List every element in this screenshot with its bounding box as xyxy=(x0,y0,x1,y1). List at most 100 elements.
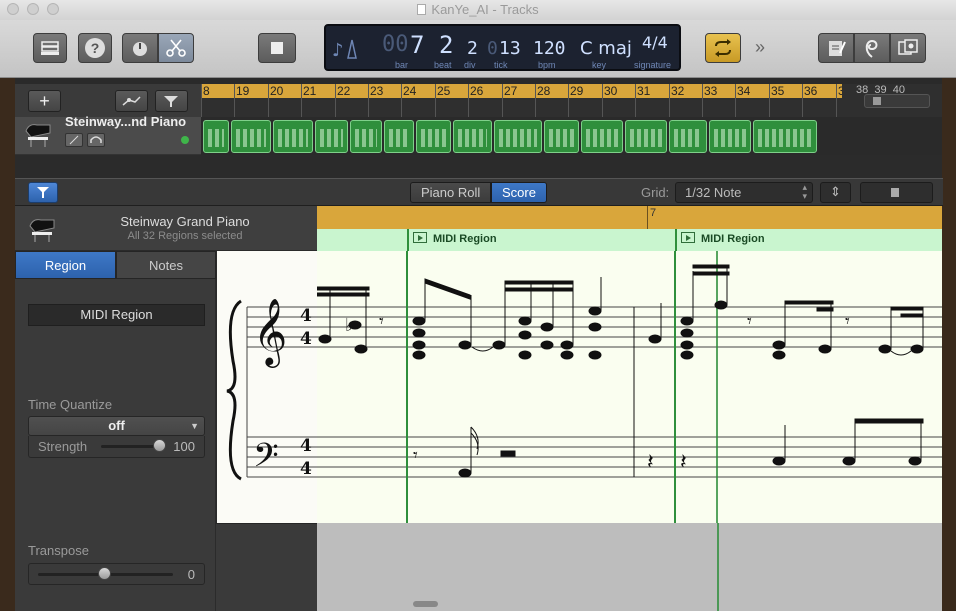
midi-region[interactable] xyxy=(669,120,707,153)
midi-region[interactable] xyxy=(273,120,313,153)
horizontal-zoom-slider[interactable] xyxy=(860,182,933,203)
midi-region[interactable] xyxy=(753,120,817,153)
smart-controls-button[interactable] xyxy=(122,33,158,63)
vertical-zoom-button[interactable]: ⇕ xyxy=(820,182,851,203)
lcd-display[interactable]: ♪ 00 7 2 2 0 13 120 C maj 4/4 bar beat d… xyxy=(324,24,681,71)
zoom-window-button[interactable] xyxy=(47,3,59,15)
midi-region[interactable] xyxy=(350,120,382,153)
treble-clef-icon: 𝄞 xyxy=(253,297,287,368)
more-icon[interactable]: » xyxy=(755,37,765,57)
region-play-icon xyxy=(413,232,427,243)
library-button[interactable] xyxy=(33,33,67,63)
ruler-number: 31 xyxy=(637,84,651,98)
region-notes-preview xyxy=(278,129,308,147)
score-ruler[interactable]: 7 xyxy=(317,206,942,229)
zoom-slider-knob[interactable] xyxy=(873,97,881,105)
midi-region[interactable] xyxy=(416,120,451,153)
region-notes-preview xyxy=(549,129,574,147)
lcd-key-value[interactable]: C maj xyxy=(580,36,632,62)
strength-value[interactable]: 100 xyxy=(173,439,195,454)
ruler-number: 30 xyxy=(604,84,618,98)
lcd-signature-value[interactable]: 4/4 xyxy=(642,30,668,56)
midi-region[interactable] xyxy=(709,120,751,153)
score-notation[interactable]: ♭ 𝄾 𝄾 𝄾 xyxy=(316,251,942,523)
transpose-value[interactable]: 0 xyxy=(188,567,195,582)
treble-time-sig-top: 4 xyxy=(300,306,312,326)
grid-value: 1/32 Note xyxy=(685,185,742,200)
svg-text:𝄾: 𝄾 xyxy=(747,311,752,331)
midi-region[interactable] xyxy=(203,120,229,153)
headphones-icon xyxy=(90,136,102,143)
editor-filter-button[interactable] xyxy=(28,182,58,203)
transpose-slider-knob[interactable] xyxy=(98,567,111,580)
midi-region[interactable] xyxy=(544,120,579,153)
midi-region[interactable] xyxy=(453,120,492,153)
midi-region[interactable] xyxy=(581,120,623,153)
notepad-icon xyxy=(829,41,846,56)
midi-region[interactable] xyxy=(494,120,542,153)
region-name-field[interactable]: MIDI Region xyxy=(28,304,205,326)
headphones-button[interactable] xyxy=(87,133,105,147)
score-canvas[interactable]: ♭ 𝄾 𝄾 𝄾 xyxy=(316,251,942,523)
instrument-name: Steinway Grand Piano xyxy=(120,214,250,229)
score-empty-area[interactable] xyxy=(317,523,942,611)
tab-score[interactable]: Score xyxy=(491,182,547,203)
region-label-2[interactable]: MIDI Region xyxy=(675,229,942,251)
timeline-ruler[interactable]: 819202122232425262728293031323334353637 xyxy=(201,84,851,117)
metronome-count-in-icon[interactable]: ♪ xyxy=(332,36,362,62)
editors-scissors-icon xyxy=(166,39,186,57)
mute-button[interactable] xyxy=(65,133,83,147)
ruler-tick xyxy=(401,84,402,117)
zoom-slider[interactable] xyxy=(864,94,930,108)
time-quantize-select[interactable]: off ▼ xyxy=(28,416,205,436)
strength-row: Strength 100 xyxy=(28,436,205,458)
cycle-button[interactable] xyxy=(705,33,741,63)
ruler-tick xyxy=(568,84,569,117)
add-track-button[interactable]: + xyxy=(28,90,61,112)
treble-time-sig-bottom: 4 xyxy=(300,329,312,349)
lcd-label-beat: beat xyxy=(434,60,452,70)
staff-clef-area: 𝄞 𝄢 4 4 4 4 xyxy=(216,251,318,523)
close-window-button[interactable] xyxy=(7,3,19,15)
midi-region[interactable] xyxy=(384,120,414,153)
grid-select[interactable]: 1/32 Note ▴ ▾ xyxy=(675,182,813,203)
strength-slider-knob[interactable] xyxy=(153,439,166,452)
control-bar: ? ♪ 00 7 2 2 0 13 120 C maj 4/4 bar beat… xyxy=(0,20,956,78)
midi-region[interactable] xyxy=(625,120,667,153)
loop-browser-button[interactable] xyxy=(854,33,890,63)
stop-icon xyxy=(271,42,283,54)
tab-notes[interactable]: Notes xyxy=(116,251,216,279)
automation-button[interactable] xyxy=(115,90,148,112)
resize-handle[interactable] xyxy=(413,601,438,607)
minimize-window-button[interactable] xyxy=(27,3,39,15)
quick-help-button[interactable]: ? xyxy=(78,33,112,63)
chevron-down-icon: ▼ xyxy=(190,421,199,431)
tab-region[interactable]: Region xyxy=(15,251,116,279)
region-name-value: MIDI Region xyxy=(80,307,153,322)
ruler-number: 28 xyxy=(537,84,551,98)
strength-slider[interactable] xyxy=(101,445,161,448)
document-icon xyxy=(417,4,427,15)
track-name[interactable]: Steinway...nd Piano xyxy=(65,114,186,129)
media-browser-button[interactable] xyxy=(890,33,926,63)
lcd-label-key: key xyxy=(592,60,607,70)
ruler-tick xyxy=(435,84,436,117)
lcd-tempo-value[interactable]: 120 xyxy=(533,36,566,62)
notepad-button[interactable] xyxy=(818,33,854,63)
editors-button[interactable] xyxy=(158,33,194,63)
track-header-steinway[interactable]: Steinway...nd Piano xyxy=(15,114,201,155)
tab-piano-roll[interactable]: Piano Roll xyxy=(410,182,492,203)
strength-label: Strength xyxy=(38,439,88,454)
ruler-tick xyxy=(735,84,736,117)
region-notes-preview xyxy=(421,129,446,147)
track-lane[interactable] xyxy=(201,117,942,155)
track-filter-button[interactable] xyxy=(155,90,188,112)
midi-region[interactable] xyxy=(231,120,271,153)
ruler-tick xyxy=(802,84,803,117)
stop-button[interactable] xyxy=(258,33,296,63)
ruler-tick xyxy=(468,84,469,117)
title-bar: KanYe_AI - Tracks xyxy=(0,0,956,20)
region-label-1[interactable]: MIDI Region xyxy=(407,229,675,251)
horizontal-zoom-knob[interactable] xyxy=(891,188,899,197)
midi-region[interactable] xyxy=(315,120,348,153)
